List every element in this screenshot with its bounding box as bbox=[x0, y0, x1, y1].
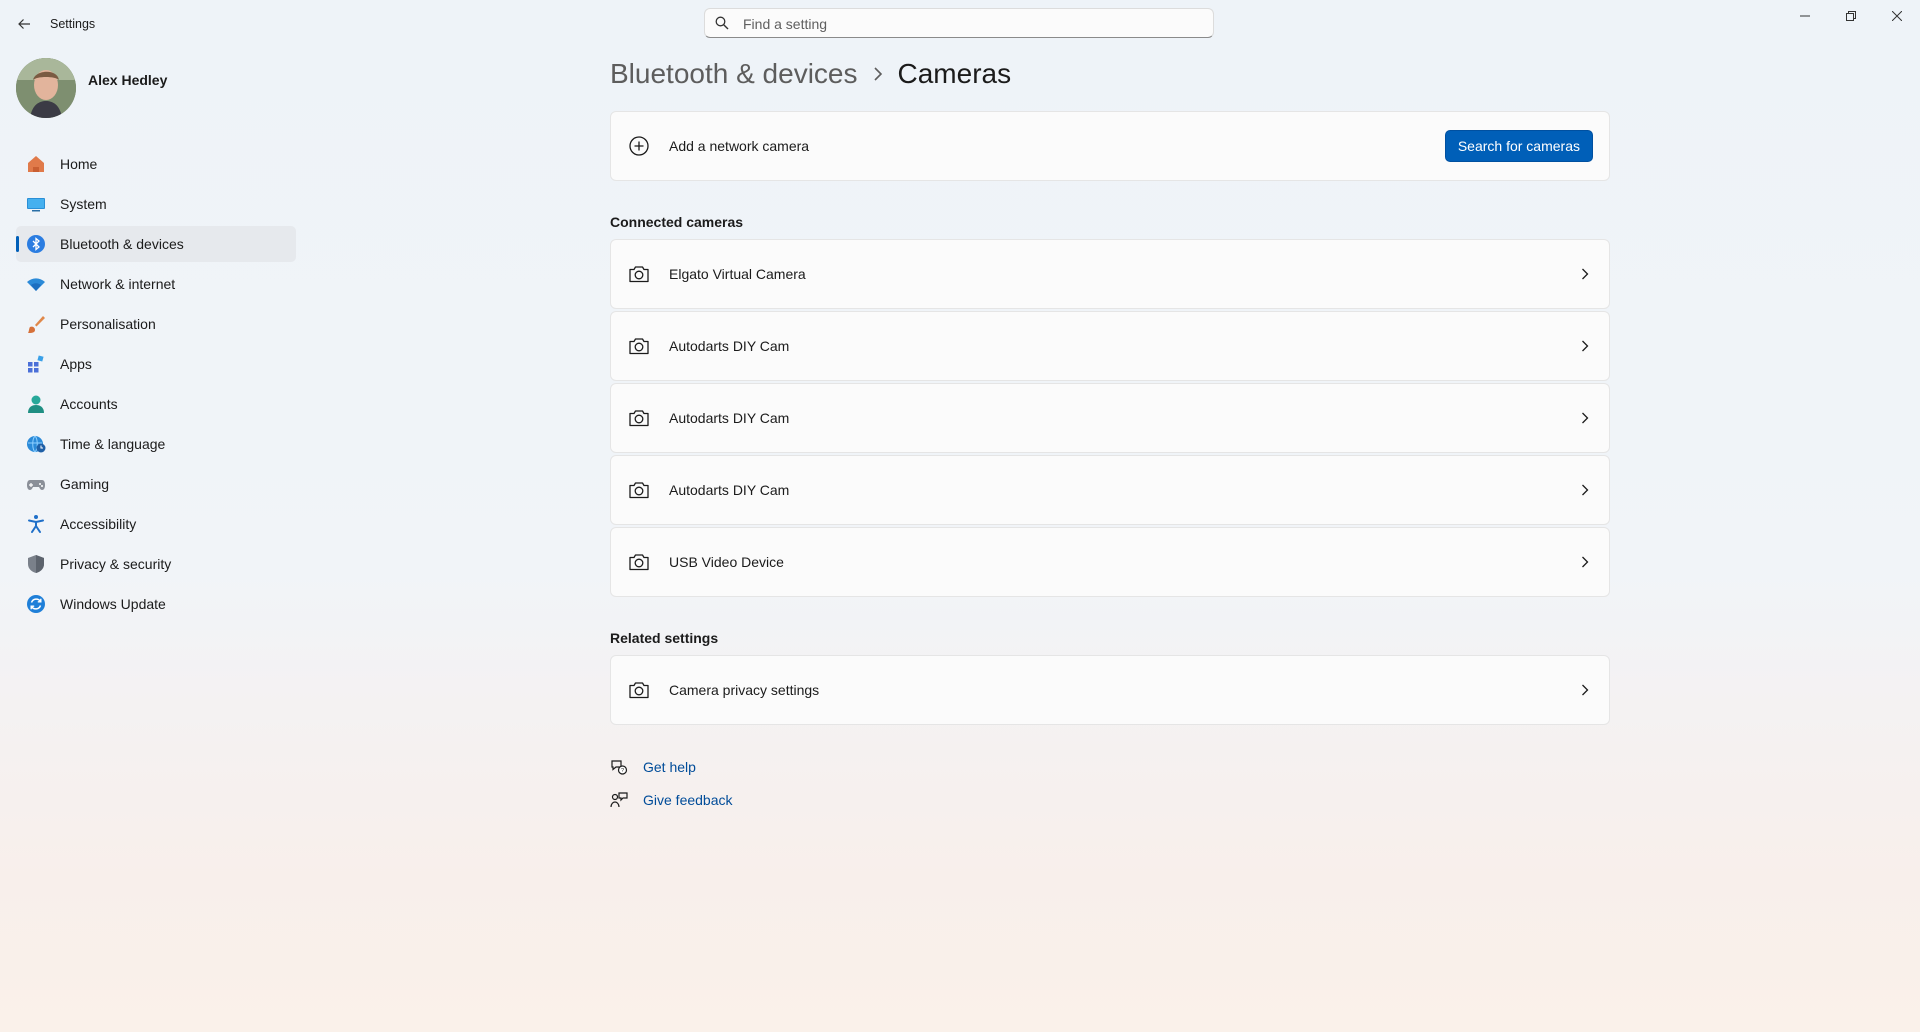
sidebar-item-accounts[interactable]: Accounts bbox=[16, 386, 296, 422]
chevron-right-icon bbox=[1582, 684, 1589, 696]
sidebar-item-label: Network & internet bbox=[60, 276, 176, 292]
chevron-right-icon bbox=[1582, 340, 1589, 352]
sidebar-item-gaming[interactable]: Gaming bbox=[16, 466, 296, 502]
camera-name: Autodarts DIY Cam bbox=[669, 338, 790, 354]
chevron-right-icon bbox=[1582, 412, 1589, 424]
minimize-button[interactable] bbox=[1782, 0, 1828, 32]
sidebar-item-time-language[interactable]: Time & language bbox=[16, 426, 296, 462]
gamepad-icon bbox=[27, 480, 45, 490]
accessibility-icon bbox=[28, 515, 44, 533]
avatar-photo bbox=[16, 58, 76, 118]
camera-item[interactable]: Autodarts DIY Cam bbox=[610, 311, 1610, 381]
svg-text:?: ? bbox=[621, 768, 624, 774]
update-icon bbox=[27, 595, 45, 613]
home-icon bbox=[28, 156, 44, 172]
sidebar-item-system[interactable]: System bbox=[16, 186, 296, 222]
sidebar-item-label: System bbox=[60, 196, 107, 212]
sidebar-item-bluetooth[interactable]: Bluetooth & devices bbox=[16, 226, 296, 262]
avatar[interactable] bbox=[16, 58, 76, 118]
selection-indicator bbox=[16, 236, 19, 252]
search-for-cameras-button[interactable]: Search for cameras bbox=[1444, 130, 1593, 162]
sidebar-item-label: Privacy & security bbox=[60, 556, 172, 572]
connected-cameras-heading: Connected cameras bbox=[610, 214, 744, 230]
bluetooth-icon bbox=[27, 235, 45, 253]
sidebar-item-label: Windows Update bbox=[60, 596, 166, 612]
sidebar-item-privacy-security[interactable]: Privacy & security bbox=[16, 546, 296, 582]
camera-icon bbox=[629, 338, 649, 355]
give-feedback-label[interactable]: Give feedback bbox=[643, 792, 733, 808]
camera-icon bbox=[629, 266, 649, 283]
app-title: Settings bbox=[50, 17, 96, 31]
camera-item[interactable]: USB Video Device bbox=[610, 527, 1610, 597]
sidebar-item-label: Gaming bbox=[60, 476, 110, 492]
sidebar-item-label: Bluetooth & devices bbox=[60, 236, 184, 252]
apps-icon bbox=[28, 355, 44, 373]
camera-icon bbox=[629, 554, 649, 571]
back-arrow-icon bbox=[18, 19, 30, 29]
sidebar-item-network[interactable]: Network & internet bbox=[16, 266, 296, 302]
feedback-icon bbox=[610, 792, 628, 808]
get-help-label[interactable]: Get help bbox=[643, 759, 696, 775]
breadcrumb-parent[interactable]: Bluetooth & devices bbox=[610, 58, 858, 90]
restore-icon bbox=[1846, 11, 1856, 21]
search-box[interactable] bbox=[704, 8, 1214, 38]
back-button[interactable] bbox=[12, 12, 36, 36]
camera-icon bbox=[629, 482, 649, 499]
accounts-icon bbox=[28, 395, 44, 413]
close-button[interactable] bbox=[1874, 0, 1920, 32]
sidebar-nav: Home System Bluetooth & devices Network … bbox=[16, 146, 296, 626]
sidebar-item-label: Home bbox=[60, 156, 98, 172]
minimize-icon bbox=[1800, 15, 1810, 17]
add-network-camera-card: Add a network camera Search for cameras bbox=[610, 111, 1610, 181]
sidebar-item-label: Time & language bbox=[60, 436, 166, 452]
system-icon bbox=[27, 198, 45, 212]
camera-name: Autodarts DIY Cam bbox=[669, 410, 790, 426]
camera-icon bbox=[629, 682, 649, 699]
add-circle-icon bbox=[629, 136, 649, 156]
shield-icon bbox=[28, 555, 44, 573]
close-icon bbox=[1892, 11, 1902, 21]
sidebar-item-label: Apps bbox=[60, 356, 92, 372]
chevron-right-icon bbox=[872, 67, 884, 81]
sidebar-item-label: Personalisation bbox=[60, 316, 156, 332]
globe-clock-icon bbox=[27, 435, 46, 453]
sidebar-item-label: Accessibility bbox=[60, 516, 137, 532]
related-settings-heading: Related settings bbox=[610, 630, 719, 646]
camera-name: USB Video Device bbox=[669, 554, 784, 570]
camera-item[interactable]: Autodarts DIY Cam bbox=[610, 455, 1610, 525]
related-setting-label: Camera privacy settings bbox=[669, 682, 820, 698]
chevron-right-icon bbox=[1582, 268, 1589, 280]
sidebar-item-windows-update[interactable]: Windows Update bbox=[16, 586, 296, 622]
add-network-camera-label: Add a network camera bbox=[669, 138, 810, 154]
sidebar-item-accessibility[interactable]: Accessibility bbox=[16, 506, 296, 542]
camera-item[interactable]: Autodarts DIY Cam bbox=[610, 383, 1610, 453]
sidebar-item-home[interactable]: Home bbox=[16, 146, 296, 182]
camera-name: Autodarts DIY Cam bbox=[669, 482, 790, 498]
search-input[interactable] bbox=[741, 14, 1195, 34]
sidebar-item-apps[interactable]: Apps bbox=[16, 346, 296, 382]
chevron-right-icon bbox=[1582, 484, 1589, 496]
sidebar-item-personalisation[interactable]: Personalisation bbox=[16, 306, 296, 342]
camera-icon bbox=[629, 410, 649, 427]
restore-button[interactable] bbox=[1828, 0, 1874, 32]
camera-name: Elgato Virtual Camera bbox=[669, 266, 806, 282]
search-icon bbox=[715, 16, 729, 30]
page-title: Cameras bbox=[897, 58, 1012, 89]
chevron-right-icon bbox=[1582, 556, 1589, 568]
user-name: Alex Hedley bbox=[88, 72, 168, 88]
wifi-icon bbox=[27, 278, 45, 291]
title-bar: Settings bbox=[0, 0, 1920, 48]
camera-item[interactable]: Elgato Virtual Camera bbox=[610, 239, 1610, 309]
help-chat-icon: ? bbox=[611, 760, 628, 775]
camera-privacy-settings-item[interactable]: Camera privacy settings bbox=[610, 655, 1610, 725]
brush-icon bbox=[28, 316, 45, 333]
breadcrumb: Bluetooth & devices Cameras bbox=[610, 58, 1011, 90]
sidebar-item-label: Accounts bbox=[60, 396, 118, 412]
